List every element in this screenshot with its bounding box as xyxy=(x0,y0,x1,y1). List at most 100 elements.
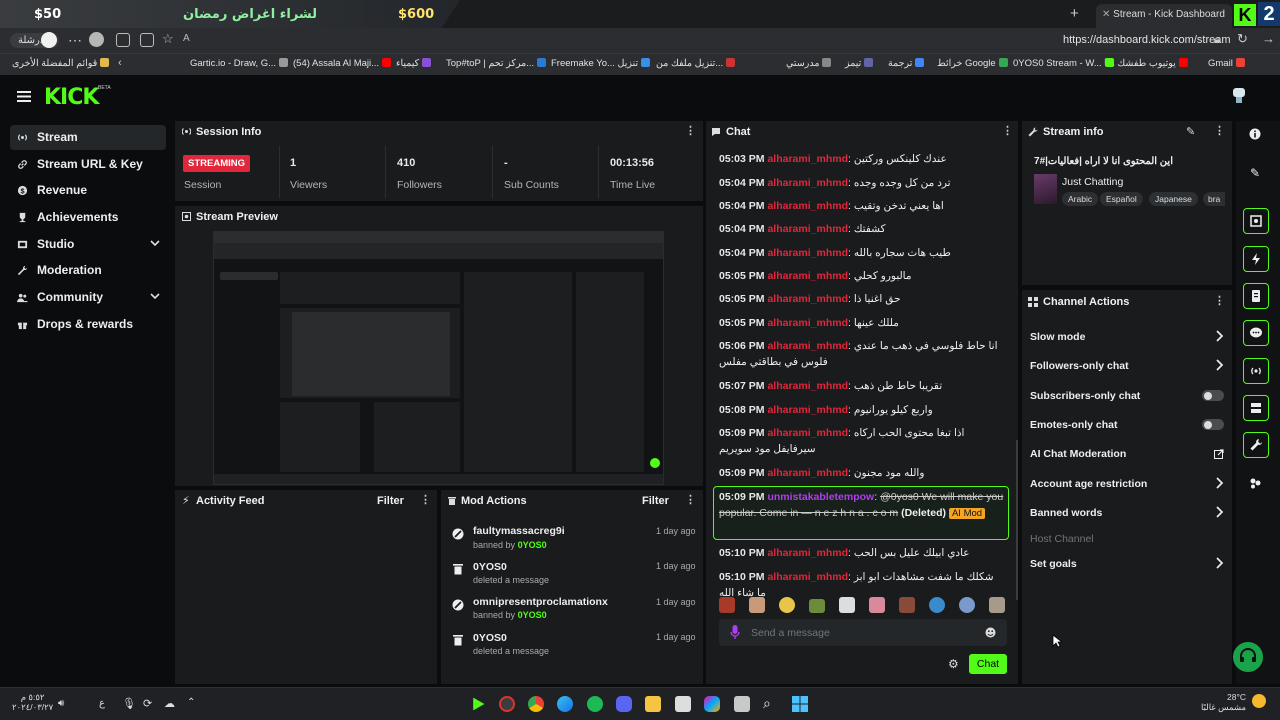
search-icon[interactable]: ⌕ xyxy=(763,695,771,712)
bookmark-download[interactable]: تنزيل ملفك من... xyxy=(656,58,736,69)
chat-message[interactable]: 05:04 PM alharami_mhmd: اها يعني تدخن وت… xyxy=(719,198,999,214)
bookmark-other-favorites[interactable]: قوائم المفضلة الأخرى xyxy=(12,58,110,69)
bookmark-freemake[interactable]: Freemake Yo... تنزيل xyxy=(551,58,651,69)
favorites-icon[interactable] xyxy=(116,33,130,47)
mic-tray-icon[interactable]: 🎙︎ xyxy=(122,697,136,710)
volume-icon[interactable]: 🔊︎ xyxy=(58,698,64,709)
tray-overflow-chevron-icon[interactable]: ⌃ xyxy=(187,697,195,708)
more-options-icon[interactable]: ⋯ xyxy=(68,32,82,49)
chat-message[interactable]: 05:09 PM alharami_mhmd: والله مود مجنون xyxy=(719,465,999,481)
bookmark-translate[interactable]: ترجمة xyxy=(888,58,925,69)
file-explorer-taskbar-icon[interactable] xyxy=(645,696,661,712)
category-name[interactable]: Just Chatting xyxy=(1062,176,1123,188)
rail-button-chat[interactable] xyxy=(1243,320,1269,346)
user-avatar[interactable] xyxy=(1232,86,1246,104)
bookmark-assala[interactable]: (54) Assala Al Maji... xyxy=(293,58,392,69)
chevron-right-icon[interactable] xyxy=(1214,557,1224,569)
chat-message[interactable]: 05:09 PM alharami_mhmd: اذا تبغا محتوى ا… xyxy=(719,425,999,457)
mod-menu-icon[interactable] xyxy=(685,495,688,506)
emote-icon[interactable] xyxy=(959,597,975,613)
profile-avatar[interactable] xyxy=(41,32,57,48)
chevron-right-icon[interactable] xyxy=(1214,506,1224,518)
new-tab-button[interactable]: + xyxy=(1070,5,1079,22)
extensions-icon[interactable] xyxy=(1249,477,1261,489)
stream-info-menu-icon[interactable] xyxy=(1214,126,1217,137)
chat-message[interactable]: 05:04 PM alharami_mhmd: طيب هات سجاره با… xyxy=(719,245,999,261)
chevron-right-icon[interactable] xyxy=(1214,359,1224,371)
clock[interactable]: ٥:٥٢ م ٢٠٢٤/٠٣/٢٧ xyxy=(12,692,53,712)
bookmarks-scroll-icon[interactable]: ‹ xyxy=(118,57,122,69)
chrome-taskbar-icon[interactable] xyxy=(528,696,544,712)
tag-chip[interactable]: Japanese xyxy=(1149,192,1198,206)
chat-message[interactable]: 05:05 PM alharami_mhmd: حق اغنيا ذا xyxy=(719,291,999,307)
nav-stream-url-key[interactable]: Stream URL & Key xyxy=(10,152,166,177)
sync-tray-icon[interactable]: ⟳ xyxy=(143,697,152,710)
tag-chip[interactable]: Español xyxy=(1100,192,1143,206)
split-screen-icon[interactable] xyxy=(140,33,154,47)
tag-chip[interactable]: Arabic xyxy=(1062,192,1099,206)
emote-icon[interactable] xyxy=(989,597,1005,613)
weather-widget[interactable]: 28°C مشمس غالبًا xyxy=(1200,692,1246,712)
add-favorite-icon[interactable]: ☆ xyxy=(162,31,174,47)
info-icon[interactable] xyxy=(1249,128,1261,140)
nav-studio[interactable]: Studio xyxy=(10,232,166,257)
chat-message[interactable]: 05:04 PM alharami_mhmd: ترد من كل وجده و… xyxy=(719,175,999,191)
refresh-icon[interactable]: ↻ xyxy=(1237,31,1248,47)
cloud-tray-icon[interactable]: ☁︎ xyxy=(164,697,175,710)
copilot-icon[interactable] xyxy=(89,32,104,47)
tab-close-icon[interactable]: ✕ xyxy=(1102,9,1113,20)
chat-menu-icon[interactable] xyxy=(1002,126,1005,137)
mod-target-name[interactable]: 0YOS0 xyxy=(473,561,507,573)
chevron-down-icon[interactable] xyxy=(150,238,160,248)
store-taskbar-icon[interactable] xyxy=(675,696,691,712)
bookmark-teams[interactable]: تيمز xyxy=(845,58,874,69)
nav-drops-rewards[interactable]: Drops & rewards xyxy=(10,312,166,337)
edge-taskbar-icon[interactable] xyxy=(557,696,573,712)
activity-filter-button[interactable]: Filter xyxy=(377,495,404,507)
chevron-right-icon[interactable] xyxy=(1214,330,1224,342)
emote-icon[interactable] xyxy=(839,597,855,613)
rail-button-broadcast[interactable] xyxy=(1243,358,1269,384)
copilot-taskbar-icon[interactable] xyxy=(704,696,720,712)
edit-icon[interactable]: ✎ xyxy=(1250,166,1260,180)
bookmark-school[interactable]: مدرستي xyxy=(786,58,832,69)
emote-icon[interactable] xyxy=(809,599,825,613)
tag-chip[interactable]: bra xyxy=(1203,192,1225,206)
category-thumbnail[interactable] xyxy=(1034,174,1057,204)
bookmark-gartic[interactable]: Gartic.io - Draw, G... xyxy=(190,58,289,69)
mod-target-name[interactable]: 0YOS0 xyxy=(473,632,507,644)
rail-button-notes[interactable] xyxy=(1243,283,1269,309)
language-indicator[interactable]: ع xyxy=(99,698,105,709)
chevron-right-icon[interactable] xyxy=(1214,477,1224,489)
nav-moderation[interactable]: Moderation xyxy=(10,258,166,283)
rail-button-moderation[interactable] xyxy=(1243,432,1269,458)
mod-filter-button[interactable]: Filter xyxy=(642,495,669,507)
rail-button-layout[interactable] xyxy=(1243,395,1269,421)
nav-stream[interactable]: Stream xyxy=(10,125,166,150)
bookmark-toptop[interactable]: Top#toP | مركز تحم... xyxy=(446,58,547,69)
chat-message[interactable]: 05:06 PM alharami_mhmd: انا حاط فلوسي في… xyxy=(719,338,999,370)
url-input[interactable]: https://dashboard.kick.com/stream xyxy=(1063,34,1231,46)
emoji-icon[interactable] xyxy=(985,627,996,638)
bookmark-kick-stream[interactable]: 0YOS0 Stream - W... xyxy=(1013,58,1114,69)
chat-message[interactable]: 05:10 PM alharami_mhmd: عادي ابيلك عليل … xyxy=(719,545,999,561)
bookmark-google-maps[interactable]: خرائط Google xyxy=(937,58,1008,69)
obs-taskbar-icon[interactable] xyxy=(499,696,515,712)
task-view-taskbar-icon[interactable] xyxy=(734,696,750,712)
forward-icon[interactable]: → xyxy=(1262,31,1275,46)
rail-button-focus[interactable] xyxy=(1243,208,1269,234)
chat-message[interactable]: 05:05 PM alharami_mhmd: مالبورو كحلي xyxy=(719,268,999,284)
emote-icon[interactable] xyxy=(779,597,795,613)
support-button[interactable] xyxy=(1233,642,1263,672)
microphone-icon[interactable] xyxy=(730,625,740,639)
mod-target-name[interactable]: omnipresentproclamationx xyxy=(473,596,608,608)
channel-actions-menu-icon[interactable] xyxy=(1214,296,1217,307)
chat-message[interactable]: 05:04 PM alharami_mhmd: كشفتك xyxy=(719,221,999,237)
subscribers-only-toggle[interactable] xyxy=(1202,390,1224,401)
chat-message[interactable]: 05:08 PM alharami_mhmd: واربع كيلو يوران… xyxy=(719,402,999,418)
chat-message[interactable]: 05:05 PM alharami_mhmd: مللك عينها xyxy=(719,315,999,331)
session-menu-icon[interactable] xyxy=(685,126,688,137)
activity-menu-icon[interactable] xyxy=(420,495,423,506)
discord-taskbar-icon[interactable] xyxy=(616,696,632,712)
bookmark-chemistry[interactable]: كيمياء xyxy=(396,58,432,69)
